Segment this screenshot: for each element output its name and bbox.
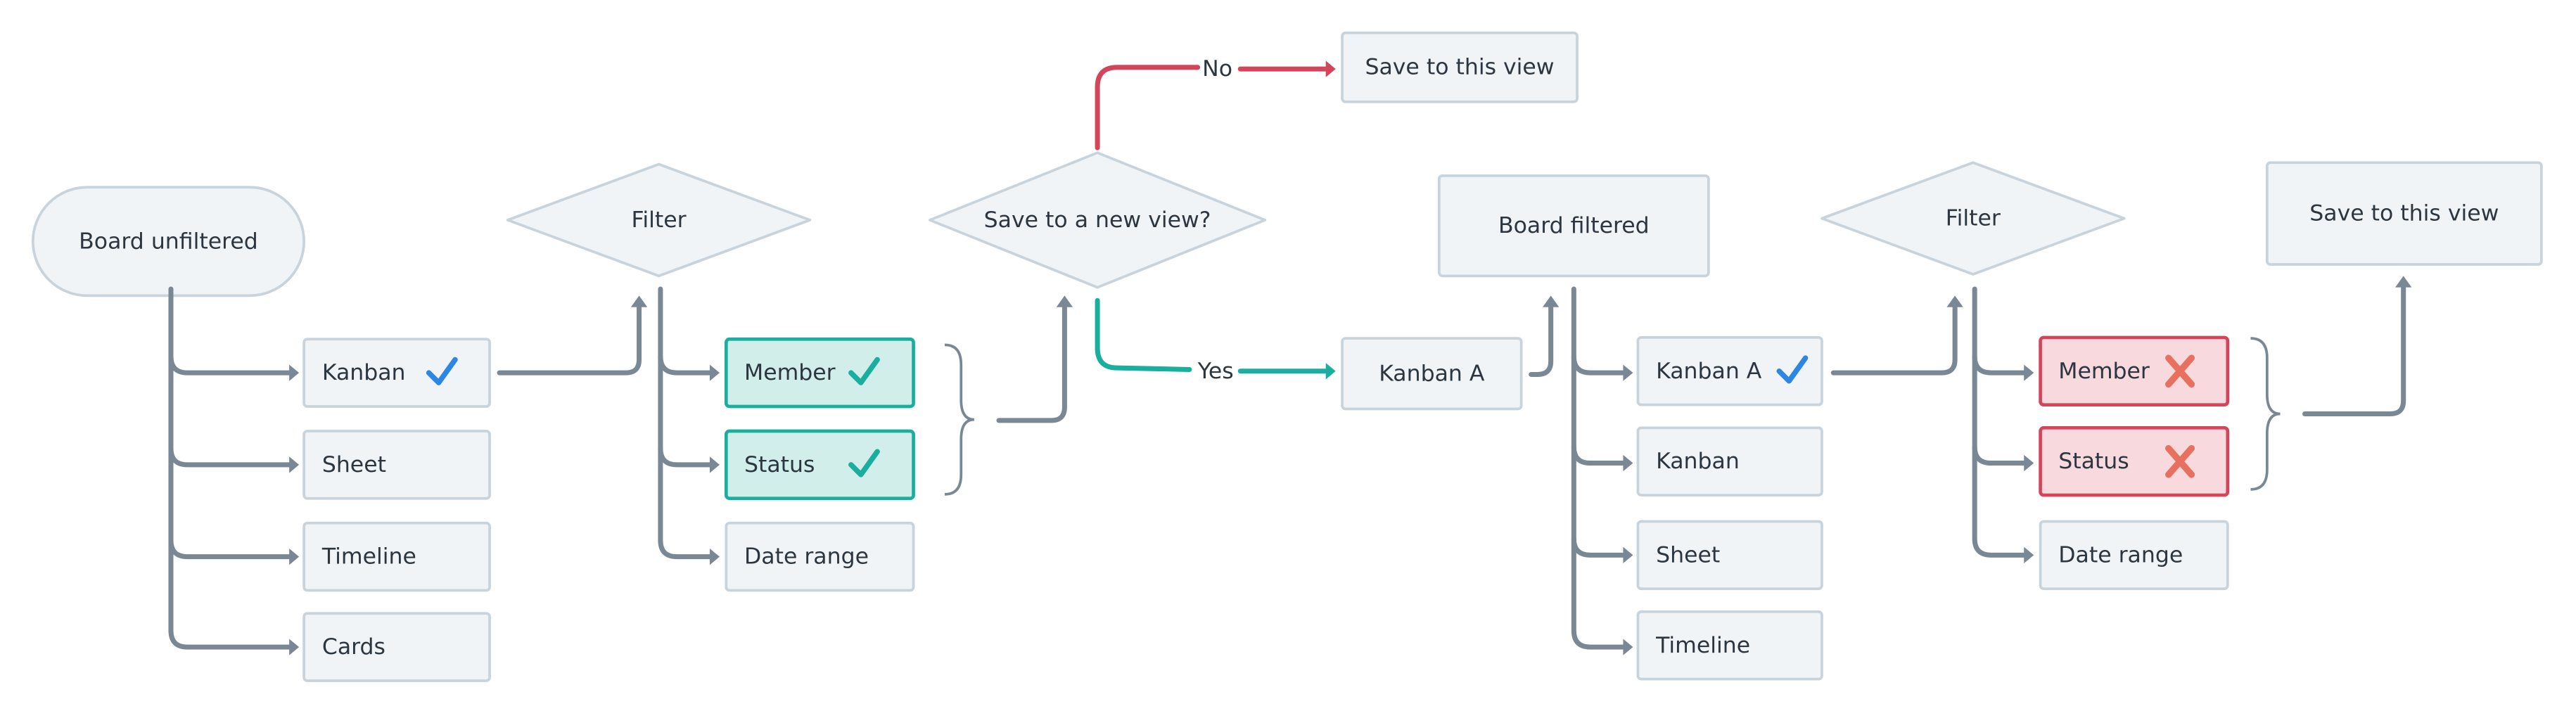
branch-connector [168,446,293,468]
node-label: Kanban A [1379,361,1485,386]
start-board-unfiltered: Board unfiltered [31,186,306,297]
node-label: Save to a new view? [984,207,1211,233]
option-kanban: Kanban [302,338,491,408]
decision-save-new-view: Save to a new view? [929,151,1267,289]
arrowhead-icon [1623,454,1633,472]
node-label: Sheet [322,452,386,477]
merge-connector [1529,302,1554,377]
merge-connector [2302,283,2406,417]
branch-connector [168,537,293,560]
arrowhead-icon [709,548,720,565]
arrowhead-icon [289,364,300,381]
arrowhead-icon [289,639,300,655]
arrowhead-icon [709,364,720,381]
branch-connector [658,354,714,376]
yes-connector [1095,297,1192,372]
node-label: Kanban [322,360,406,385]
option-status: Status [724,429,915,501]
branch-connector [1571,536,1628,558]
node-label: Filter [632,207,687,233]
save-to-this-view-1: Save to this view [1341,31,1579,103]
branch-connector [658,286,714,560]
node-label: Date range [744,544,869,570]
arrowhead-icon [630,295,648,307]
decision-filter-2: Filter [1821,161,2126,276]
node-label: Cards [322,634,385,660]
merge-connector [497,302,642,376]
branch-connector [168,286,293,650]
arrowhead-icon [1056,295,1073,307]
arrowhead-icon [2395,276,2412,288]
decision-filter-1: Filter [506,162,812,278]
node-label: Status [744,452,815,477]
option-timeline: Timeline [1636,610,1823,681]
no-label: No [1202,56,1232,82]
node-label: Kanban A [1656,359,1762,384]
arrowhead-icon [1946,295,1963,307]
board-filtered: Board filtered [1437,174,1710,278]
node-label: Status [2058,449,2129,474]
branch-connector [1972,444,2029,466]
merge-connector [996,302,1067,423]
option-kanban: Kanban [1636,426,1823,496]
branch-connector [168,354,293,376]
option-date-range: Date range [2039,520,2229,591]
yes-label: Yes [1197,359,1234,384]
arrowhead-icon [2024,364,2034,381]
arrowhead-icon [1325,363,1336,380]
arrowhead-icon [709,456,720,473]
node-label: Filter [1946,206,2001,231]
branch-connector [1571,444,1628,466]
branch-connector [1972,354,2029,376]
option-cards: Cards [302,612,491,682]
group-brace-2 [2250,337,2281,491]
arrowhead-icon [1623,639,1633,655]
branch-connector [658,446,714,468]
no-connector [1095,65,1201,150]
arrowhead-icon [1542,295,1560,307]
arrowhead-icon [2024,546,2034,564]
option-sheet: Sheet [1636,520,1823,591]
node-label: Sheet [1656,542,1720,568]
node-label: Kanban [1656,449,1740,474]
node-label: Date range [2058,542,2183,568]
save-to-this-view-2: Save to this view [2265,161,2543,266]
node-label: Timeline [1655,633,1750,658]
kanban-a-view: Kanban A [1341,337,1523,411]
arrowhead-icon [1623,364,1633,381]
option-timeline: Timeline [302,521,491,592]
branch-connector [1972,286,2029,558]
option-date-range: Date range [725,521,915,592]
arrowhead-icon [1623,546,1633,564]
flowchart: Board unfiltered Kanban Sheet Timeline Cards… [31,31,2543,682]
arrowhead-icon [1325,60,1336,77]
arrowhead-icon [289,548,300,565]
branch-connector [1571,286,1628,650]
node-label: Member [744,360,836,385]
node-label: Member [2058,359,2150,384]
group-brace-1 [944,343,975,496]
option-status: Status [2039,426,2230,497]
option-member: Member [724,337,915,409]
arrowhead-icon [289,456,300,473]
node-label: Board unfiltered [79,229,258,254]
arrowhead-icon [2024,454,2034,472]
node-label: Timeline [321,544,416,570]
node-label: Save to this view [2309,201,2499,226]
merge-connector [1830,302,1958,376]
branch-connector [1571,354,1628,376]
option-sheet: Sheet [302,430,491,500]
node-label: Board filtered [1498,213,1650,238]
node-label: Save to this view [1365,55,1554,80]
option-member: Member [2039,335,2230,406]
